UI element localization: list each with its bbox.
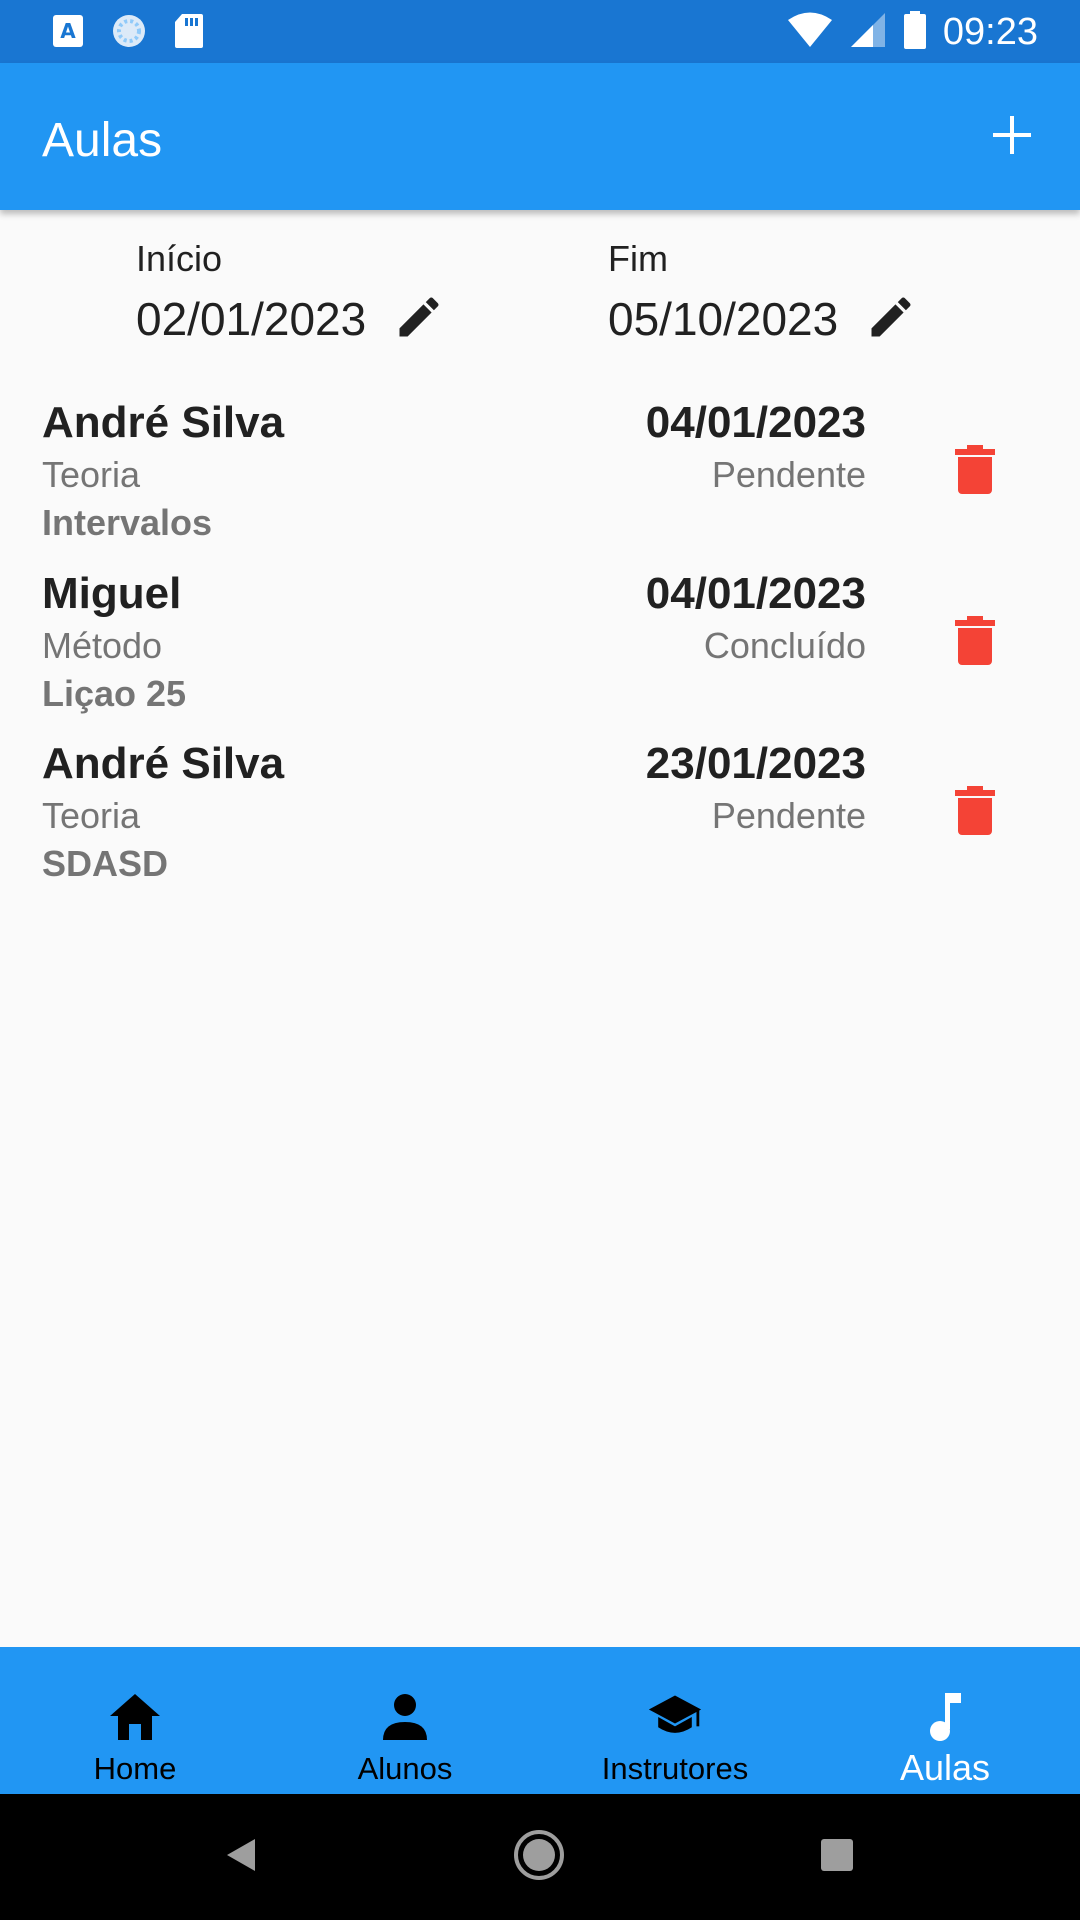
system-navigation-bar xyxy=(0,1794,1080,1920)
nav-label-instrutores: Instrutores xyxy=(601,1751,749,1786)
lesson-status: Pendente xyxy=(711,795,866,836)
lesson-list-item[interactable]: André Silva Teoria Intervalos 04/01/2023… xyxy=(0,398,1080,568)
trash-icon xyxy=(955,785,995,841)
lesson-type: Teoria xyxy=(42,795,141,836)
nav-item-alunos[interactable]: Alunos xyxy=(270,1647,540,1794)
lesson-date: 23/01/2023 xyxy=(645,739,866,788)
delete-lesson-button[interactable] xyxy=(948,442,1002,502)
lesson-list-item[interactable]: Miguel Método Liçao 25 04/01/2023 Conclu… xyxy=(0,569,1080,739)
nav-label-alunos: Alunos xyxy=(357,1751,453,1786)
lesson-type: Método xyxy=(42,625,163,666)
music-note-icon xyxy=(917,1689,973,1745)
nav-item-instrutores[interactable]: Instrutores xyxy=(540,1647,810,1794)
lesson-student-name: André Silva xyxy=(42,739,285,788)
nav-label-aulas: Aulas xyxy=(899,1747,991,1788)
status-time: 09:23 xyxy=(942,11,1038,53)
trash-icon xyxy=(955,444,995,500)
recents-button[interactable] xyxy=(804,1824,870,1890)
nav-item-aulas[interactable]: Aulas xyxy=(810,1647,1080,1794)
lesson-list-item[interactable]: André Silva Teoria SDASD 23/01/2023 Pend… xyxy=(0,739,1080,909)
lesson-type: Teoria xyxy=(42,454,141,495)
home-icon xyxy=(107,1689,163,1745)
bottom-navigation: Home Alunos Instrutores Aulas xyxy=(0,1647,1080,1794)
lesson-date: 04/01/2023 xyxy=(645,569,866,618)
lesson-status: Concluído xyxy=(703,625,866,666)
pencil-icon xyxy=(393,291,445,348)
battery-icon xyxy=(903,10,927,55)
start-date-label: Início xyxy=(136,238,223,279)
start-date-filter: Início 02/01/2023 xyxy=(136,238,446,346)
svg-text:A: A xyxy=(60,19,76,43)
lesson-topic: Liçao 25 xyxy=(42,673,187,714)
nav-label-home: Home xyxy=(93,1751,177,1786)
status-left-icons: A xyxy=(52,12,204,55)
delete-lesson-button[interactable] xyxy=(948,783,1002,843)
lesson-topic: SDASD xyxy=(42,843,169,884)
recents-icon xyxy=(819,1837,855,1878)
lesson-student-name: Miguel xyxy=(42,569,182,618)
back-button[interactable] xyxy=(208,1824,274,1890)
lesson-student-name: André Silva xyxy=(42,398,285,447)
sd-card-icon xyxy=(174,13,204,54)
trash-icon xyxy=(955,615,995,671)
status-bar: A 09:23 xyxy=(0,0,1080,63)
app-bar: Aulas xyxy=(0,63,1080,210)
add-lesson-button[interactable] xyxy=(974,99,1050,175)
school-icon xyxy=(647,1689,703,1745)
end-date-label: Fim xyxy=(608,238,668,279)
add-icon xyxy=(991,114,1033,161)
end-date-filter: Fim 05/10/2023 xyxy=(608,238,918,346)
person-icon xyxy=(377,1689,433,1745)
edit-start-date-button[interactable] xyxy=(392,292,446,346)
end-date-value: 05/10/2023 xyxy=(608,293,839,345)
lesson-status: Pendente xyxy=(711,454,866,495)
page-title: Aulas xyxy=(42,114,163,167)
home-circle-icon xyxy=(512,1828,566,1887)
nav-item-home[interactable]: Home xyxy=(0,1647,270,1794)
home-system-button[interactable] xyxy=(506,1824,572,1890)
signal-icon xyxy=(849,11,887,54)
sync-icon xyxy=(110,12,148,55)
back-icon xyxy=(221,1835,261,1880)
wifi-icon xyxy=(787,11,833,54)
status-right-icons: 09:23 xyxy=(787,10,1038,55)
lesson-date: 04/01/2023 xyxy=(645,398,866,447)
lesson-topic: Intervalos xyxy=(42,502,213,543)
start-date-value: 02/01/2023 xyxy=(136,293,367,345)
pencil-icon xyxy=(865,291,917,348)
text-format-icon: A xyxy=(52,14,84,53)
delete-lesson-button[interactable] xyxy=(948,613,1002,673)
edit-end-date-button[interactable] xyxy=(864,292,918,346)
